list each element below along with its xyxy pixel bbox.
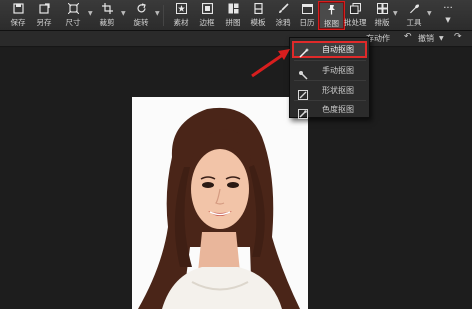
red-pointer-arrow-icon bbox=[251, 49, 290, 78]
